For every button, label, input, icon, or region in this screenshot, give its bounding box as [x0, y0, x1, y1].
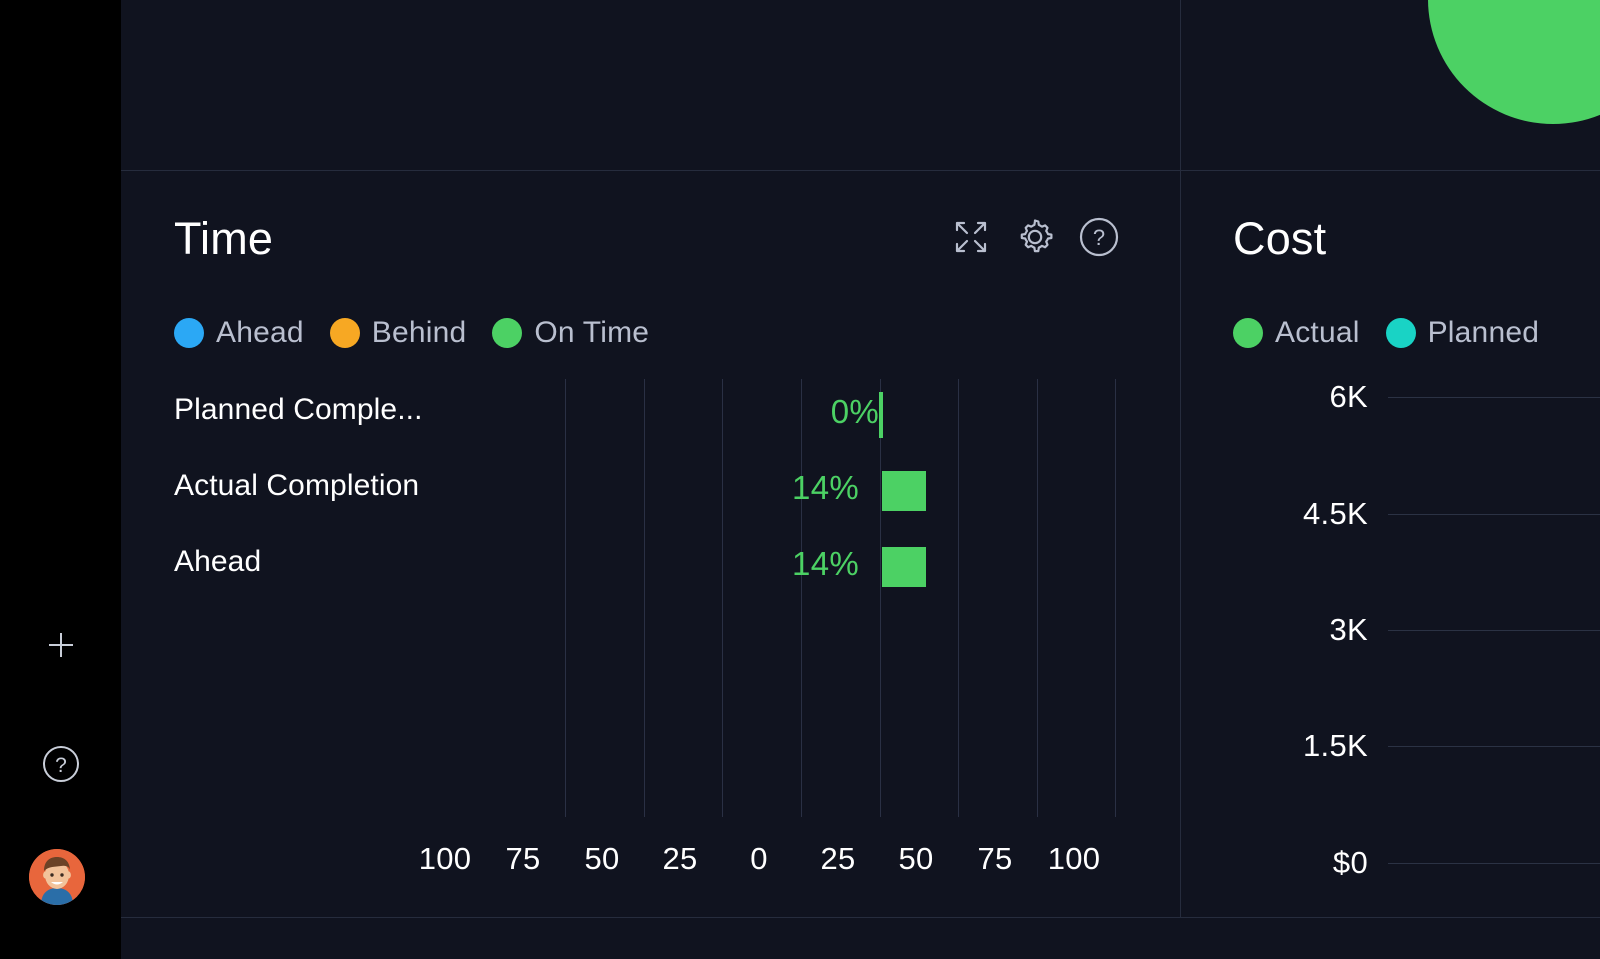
top-right-chart-fragment — [1181, 0, 1600, 170]
legend-dot-on-time — [492, 318, 522, 348]
plus-icon — [46, 630, 76, 660]
legend-item-behind[interactable]: Behind — [330, 316, 467, 350]
time-chart-xaxis: 100 75 50 25 0 25 50 75 100 — [121, 841, 1180, 891]
bar-row-value: 14% — [739, 545, 859, 583]
yaxis-tick: $0 — [1218, 845, 1368, 881]
add-button[interactable] — [38, 622, 84, 668]
expand-icon — [951, 217, 991, 257]
legend-dot-planned — [1386, 318, 1416, 348]
left-sidebar: ? — [0, 0, 121, 959]
legend-label-ahead: Ahead — [216, 316, 304, 350]
yaxis-tick: 4.5K — [1218, 496, 1368, 532]
settings-button[interactable] — [1013, 215, 1057, 259]
bar-row-label: Planned Comple... — [174, 393, 449, 427]
time-legend: Ahead Behind On Time — [174, 316, 675, 350]
bar-row-label: Ahead — [174, 545, 449, 579]
legend-label-behind: Behind — [372, 316, 467, 350]
svg-text:?: ? — [55, 754, 67, 777]
help-circle-icon: ? — [1077, 215, 1121, 259]
legend-item-planned[interactable]: Planned — [1386, 316, 1540, 350]
bar-row-value: 14% — [739, 469, 859, 507]
legend-item-on-time[interactable]: On Time — [492, 316, 649, 350]
bar-shape — [882, 547, 926, 587]
user-avatar-icon — [29, 849, 85, 905]
yaxis-tick: 1.5K — [1218, 728, 1368, 764]
sidebar-help-button[interactable]: ? — [38, 741, 84, 787]
panel-divider-horizontal-bottom — [121, 917, 1600, 918]
legend-dot-ahead — [174, 318, 204, 348]
expand-button[interactable] — [949, 215, 993, 259]
bar-row-value: 0% — [759, 393, 879, 431]
legend-item-ahead[interactable]: Ahead — [174, 316, 304, 350]
gridline-h — [1388, 630, 1600, 631]
cost-panel: Cost Actual Planned 6K 4.5K 3K 1.5K $0 — [1181, 171, 1600, 917]
cost-panel-title: Cost — [1233, 213, 1326, 265]
legend-dot-actual — [1233, 318, 1263, 348]
gear-icon — [1014, 216, 1056, 258]
bar-shape — [879, 392, 883, 438]
table-row[interactable]: Ahead 14% — [121, 529, 1180, 605]
svg-text:?: ? — [1093, 225, 1105, 250]
bar-shape — [882, 471, 926, 511]
legend-item-actual[interactable]: Actual — [1233, 316, 1360, 350]
time-panel-title: Time — [174, 213, 273, 265]
legend-label-on-time: On Time — [534, 316, 649, 350]
time-bullet-chart: Planned Comple... 0% Actual Completion 1… — [121, 369, 1180, 917]
legend-dot-behind — [330, 318, 360, 348]
yaxis-tick: 3K — [1218, 612, 1368, 648]
table-row[interactable]: Actual Completion 14% — [121, 453, 1180, 529]
panel-help-button[interactable]: ? — [1077, 215, 1121, 259]
time-panel-toolbar: ? — [949, 215, 1121, 259]
cost-line-chart: 6K 4.5K 3K 1.5K $0 — [1181, 369, 1600, 917]
cost-legend: Actual Planned — [1233, 316, 1565, 350]
donut-slice-shape — [1428, 0, 1600, 124]
gridline-h — [1388, 397, 1600, 398]
avatar[interactable] — [29, 849, 85, 905]
table-row[interactable]: Planned Comple... 0% — [121, 377, 1180, 453]
gridline-h — [1388, 514, 1600, 515]
bar-row-label: Actual Completion — [174, 469, 449, 503]
panel-divider-vertical — [1180, 0, 1181, 918]
time-panel: Time — [121, 171, 1180, 917]
legend-label-planned: Planned — [1428, 316, 1540, 350]
question-circle-icon: ? — [40, 743, 82, 785]
dashboard-root: ? Time — [0, 0, 1600, 959]
panel-divider-horizontal-top — [121, 170, 1600, 171]
gridline-h — [1388, 746, 1600, 747]
yaxis-tick: 6K — [1218, 379, 1368, 415]
gridline-h — [1388, 863, 1600, 864]
legend-label-actual: Actual — [1275, 316, 1360, 350]
xaxis-tick: 100 — [1019, 841, 1129, 877]
